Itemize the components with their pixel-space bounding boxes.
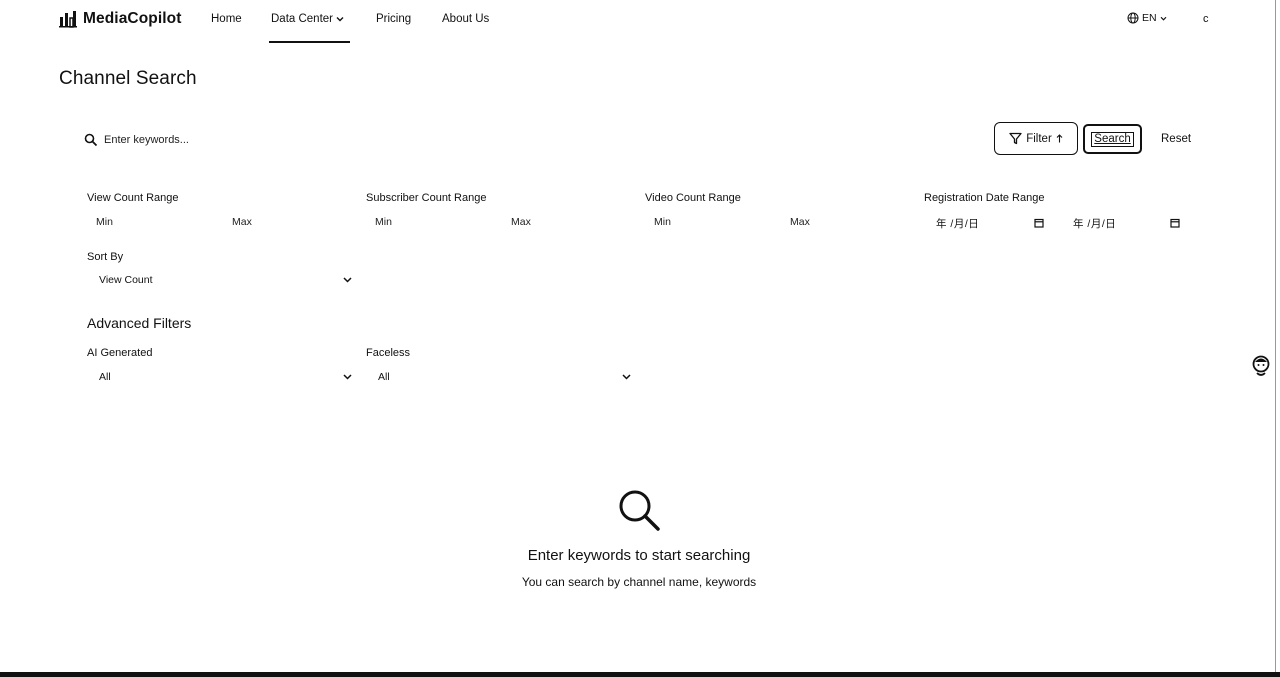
- search-button[interactable]: Search: [1083, 124, 1142, 154]
- faceless-label: Faceless: [366, 347, 411, 359]
- assistant-avatar-icon[interactable]: [1252, 354, 1270, 378]
- chevron-down-icon: [336, 17, 344, 22]
- search-icon: [84, 133, 98, 147]
- page: MediaCopilot Home Data Center Pricing Ab…: [0, 0, 1280, 677]
- nav-data-center[interactable]: Data Center: [271, 13, 344, 25]
- empty-state-title: Enter keywords to start searching: [527, 547, 751, 564]
- faceless-value: All: [378, 371, 390, 383]
- registration-end-date-input[interactable]: 年 /月/日: [1073, 216, 1163, 231]
- video-count-max-input[interactable]: [790, 214, 900, 230]
- chevron-down-icon: [343, 277, 352, 283]
- subscriber-count-min-input[interactable]: [375, 214, 495, 230]
- empty-state-subtitle: You can search by channel name, keywords: [521, 575, 757, 589]
- nav-about-us[interactable]: About Us: [442, 13, 489, 25]
- start-date-placeholder: 年 /月/日: [936, 218, 980, 230]
- user-avatar[interactable]: c: [1203, 13, 1209, 25]
- nav-data-center-label: Data Center: [271, 13, 334, 25]
- nav-home[interactable]: Home: [211, 13, 242, 25]
- filter-toggle-button[interactable]: Filter: [994, 122, 1078, 155]
- view-count-range-label: View Count Range: [87, 192, 179, 204]
- magnifier-icon: [619, 490, 660, 531]
- view-count-max-input[interactable]: [232, 214, 342, 230]
- logo-text: MediaCopilot: [83, 10, 182, 27]
- calendar-icon[interactable]: [1170, 218, 1180, 228]
- chevron-down-icon: [343, 374, 352, 380]
- scrollbar-track: [1275, 0, 1276, 672]
- calendar-icon[interactable]: [1034, 218, 1044, 228]
- language-label: EN: [1142, 12, 1157, 24]
- top-navbar: MediaCopilot Home Data Center Pricing Ab…: [0, 0, 1280, 44]
- page-title: Channel Search: [59, 68, 197, 89]
- funnel-icon: [1009, 132, 1022, 145]
- sort-by-label: Sort By: [87, 251, 124, 263]
- sort-by-value: View Count: [99, 274, 153, 286]
- ai-generated-select[interactable]: All: [87, 368, 354, 386]
- video-count-min-input[interactable]: [654, 214, 774, 230]
- reset-button[interactable]: Reset: [1161, 133, 1191, 145]
- video-count-range-label: Video Count Range: [645, 192, 741, 204]
- ai-generated-value: All: [99, 371, 111, 383]
- registration-date-range-label: Registration Date Range: [924, 192, 1045, 204]
- language-selector[interactable]: EN: [1127, 12, 1167, 24]
- chevron-down-icon: [622, 374, 631, 380]
- sort-by-select[interactable]: View Count: [87, 272, 354, 290]
- subscriber-count-range-label: Subscriber Count Range: [366, 192, 487, 204]
- advanced-filters-title: Advanced Filters: [87, 315, 192, 331]
- filter-button-label: Filter: [1026, 132, 1052, 145]
- ai-generated-label: AI Generated: [87, 347, 153, 359]
- globe-icon: [1127, 12, 1139, 24]
- keyword-search-input[interactable]: [104, 131, 504, 149]
- arrow-up-icon: [1056, 134, 1063, 143]
- faceless-select[interactable]: All: [366, 368, 633, 386]
- end-date-placeholder: 年 /月/日: [1073, 218, 1117, 230]
- nav-pricing[interactable]: Pricing: [376, 13, 411, 25]
- active-nav-indicator: [269, 41, 350, 43]
- bottom-border: [0, 672, 1280, 677]
- view-count-min-input[interactable]: [96, 214, 216, 230]
- search-button-label: Search: [1091, 131, 1134, 147]
- chevron-down-icon: [1160, 16, 1167, 21]
- subscriber-count-max-input[interactable]: [511, 214, 621, 230]
- bar-chart-logo-icon: [59, 11, 77, 28]
- logo[interactable]: MediaCopilot: [59, 10, 182, 28]
